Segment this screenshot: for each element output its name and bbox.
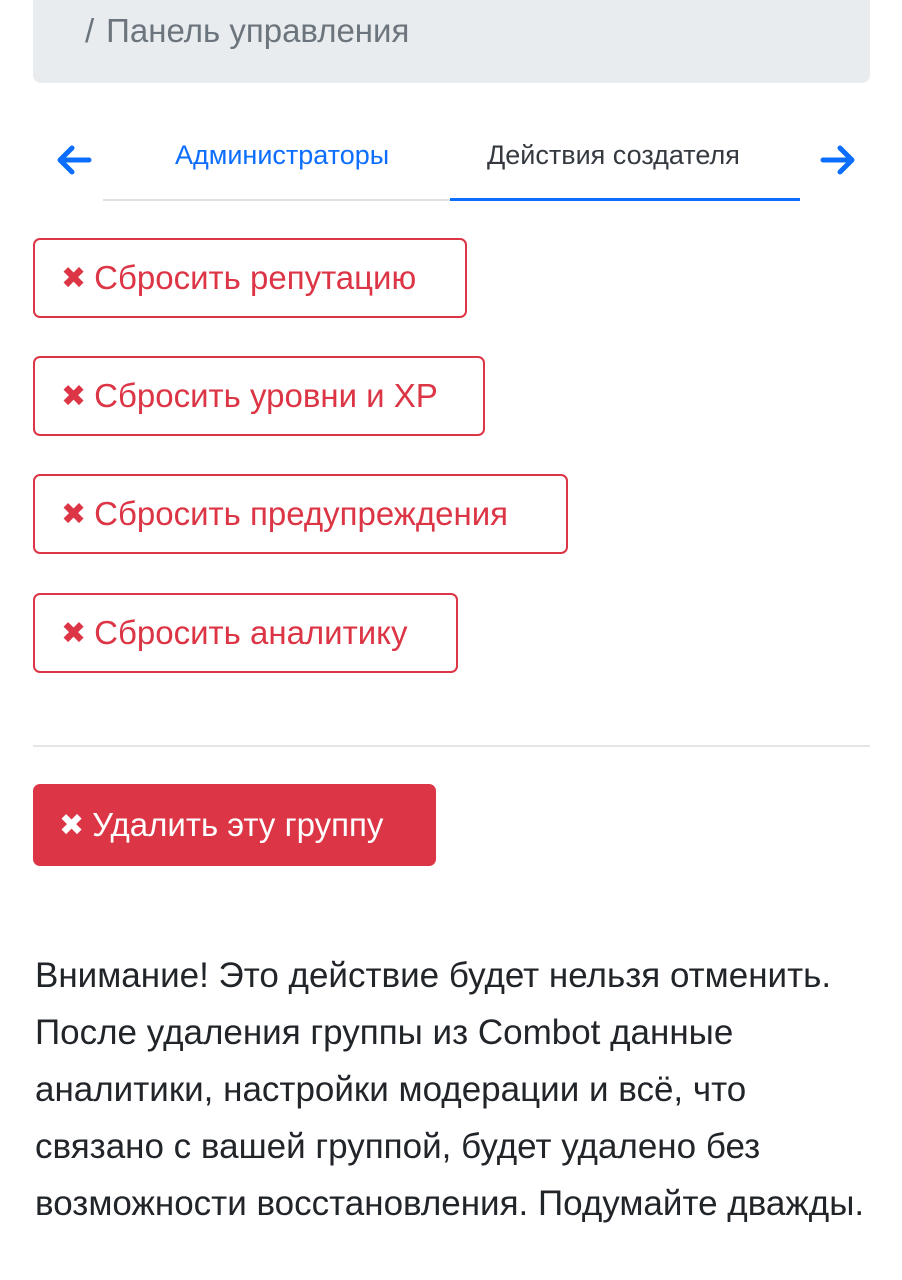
tab-creator-actions[interactable]: Действия создателя	[487, 140, 740, 171]
close-icon: ✖	[61, 497, 87, 531]
reset-warnings-button[interactable]: ✖ Сбросить предупреждения	[33, 474, 568, 554]
close-icon: ✖	[61, 379, 87, 413]
tab-administrators[interactable]: Администраторы	[175, 140, 389, 171]
close-icon: ✖	[61, 616, 87, 650]
delete-warning-text: Внимание! Это действие будет нельзя отме…	[35, 956, 865, 1223]
reset-levels-xp-label: Сбросить уровни и XP	[94, 377, 438, 414]
active-tab-indicator	[450, 198, 800, 201]
creator-actions-page: / Панель управления Администраторы Действ…	[0, 0, 902, 1280]
close-icon: ✖	[61, 261, 87, 295]
section-divider	[33, 745, 870, 747]
breadcrumb: / Панель управления	[85, 12, 409, 50]
reset-reputation-label: Сбросить репутацию	[94, 259, 417, 296]
reset-analytics-label: Сбросить аналитику	[94, 614, 408, 651]
close-icon: ✖	[59, 808, 85, 842]
reset-warnings-label: Сбросить предупреждения	[94, 495, 509, 532]
breadcrumb-current[interactable]: Панель управления	[106, 12, 409, 49]
tabs-row: Администраторы Действия создателя	[0, 130, 902, 205]
delete-group-button[interactable]: ✖ Удалить эту группу	[33, 784, 436, 866]
arrow-right-icon[interactable]	[816, 138, 860, 182]
reset-reputation-button[interactable]: ✖ Сбросить репутацию	[33, 238, 467, 318]
breadcrumb-separator: /	[85, 12, 95, 49]
reset-levels-xp-button[interactable]: ✖ Сбросить уровни и XP	[33, 356, 485, 436]
reset-analytics-button[interactable]: ✖ Сбросить аналитику	[33, 593, 458, 673]
arrow-left-icon[interactable]	[52, 138, 96, 182]
delete-group-label: Удалить эту группу	[92, 806, 384, 843]
